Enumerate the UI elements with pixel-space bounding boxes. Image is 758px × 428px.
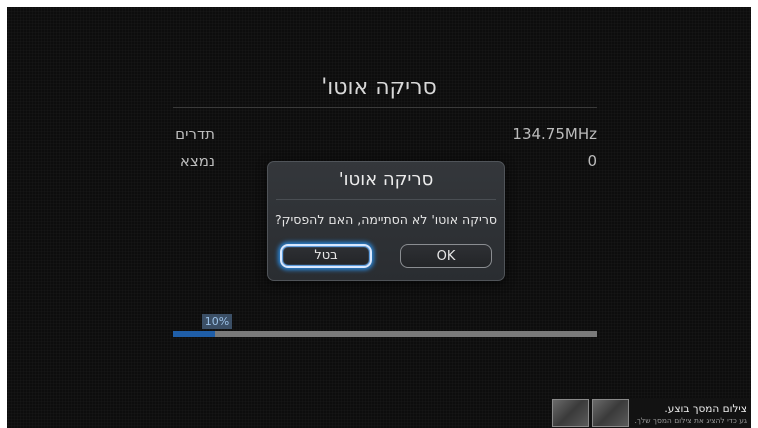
stop-scan-dialog: סריקה אוטו' סריקה אוטו' לא הסתיימה, האם … — [267, 161, 505, 281]
frequency-value: 134.75MHz — [512, 125, 597, 143]
dialog-divider — [276, 199, 496, 200]
screenshot-thumbnail[interactable] — [552, 399, 589, 427]
title-divider — [173, 107, 597, 108]
dialog-message: סריקה אוטו' לא הסתיימה, האם להפסיק? — [274, 212, 498, 227]
ok-button[interactable]: OK — [400, 244, 492, 268]
progress-bar — [173, 331, 597, 337]
found-value: 0 — [587, 152, 597, 170]
progress-fill — [173, 331, 216, 337]
found-label: נמצא — [179, 152, 215, 170]
screenshot-thumbnail[interactable] — [592, 399, 629, 427]
tv-screen: סריקה אוטו' תדרים 134.75MHz נמצא 0 סריקה… — [7, 7, 751, 428]
screenshot-toast[interactable]: צילום המסך בוצע. גע כדי להציג את צילום ה… — [551, 398, 751, 428]
page-title: סריקה אוטו' — [321, 75, 437, 100]
frequency-label: תדרים — [175, 125, 215, 143]
toast-subtitle: גע כדי להציג את צילום המסך שלך. — [634, 416, 747, 425]
progress-label: 10% — [202, 314, 232, 329]
toast-title: צילום המסך בוצע. — [664, 403, 747, 415]
dialog-title: סריקה אוטו' — [338, 169, 434, 190]
cancel-button[interactable]: בטל — [280, 244, 372, 268]
